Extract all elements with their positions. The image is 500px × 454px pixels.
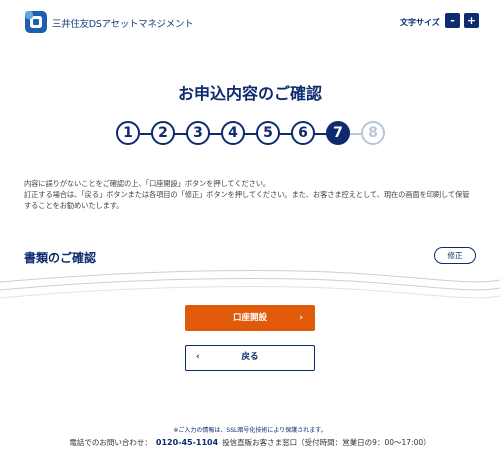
font-increase-button[interactable]: + (464, 13, 479, 28)
step-6: 6 (291, 121, 315, 145)
font-size-label: 文字サイズ (400, 18, 440, 27)
documents-section-title: 書類のご確認 (24, 251, 97, 265)
company-name: 三井住友DSアセットマネジメント (52, 19, 194, 30)
ssl-note: ※ご入力の情報は、SSL暗号化技術により保護されます。 (173, 427, 327, 434)
chevron-right-icon: › (299, 313, 303, 323)
chevron-left-icon: ‹ (196, 352, 200, 362)
open-account-button[interactable]: 口座開設 › (185, 305, 315, 331)
contact-suffix: 投信直販お客さま窓口（受付時間：営業日の9：00〜17:00） (222, 438, 431, 447)
back-button[interactable]: ‹ 戻る (185, 345, 315, 371)
company-logo-icon (25, 11, 47, 33)
open-account-label: 口座開設 (232, 313, 267, 323)
step-2: 2 (151, 121, 175, 145)
step-3: 3 (186, 121, 210, 145)
page-title: お申込内容のご確認 (177, 84, 322, 103)
notice-line-1: 内容に誤りがないことをご確認の上、「口座開設」ボタンを押してください。 (24, 179, 271, 188)
step-8: 8 (361, 121, 385, 145)
progress-stepper: 1 2 3 4 5 6 7 8 (116, 121, 386, 147)
font-decrease-button[interactable]: - (445, 13, 460, 28)
back-label: 戻る (241, 352, 259, 362)
contact-info: 電話でのお問い合わせ： 0120-45-1104 投信直販お客さま窓口（受付時間：営… (0, 437, 500, 448)
step-5: 5 (256, 121, 280, 145)
edit-button[interactable]: 修正 (434, 247, 476, 264)
notice-text: 内容に誤りがないことをご確認の上、「口座開設」ボタンを押してください。 訂正する… (24, 178, 476, 211)
contact-prefix: 電話でのお問い合わせ： (69, 438, 152, 447)
step-1: 1 (116, 121, 140, 145)
step-7-current: 7 (326, 121, 350, 145)
phone-number[interactable]: 0120-45-1104 (156, 438, 218, 447)
step-4: 4 (221, 121, 245, 145)
header: 三井住友DSアセットマネジメント 文字サイズ - + (0, 0, 500, 44)
notice-line-2: 訂正する場合は、「戻る」ボタンまたは各項目の「修正」ボタンを押してください。また… (24, 190, 470, 210)
